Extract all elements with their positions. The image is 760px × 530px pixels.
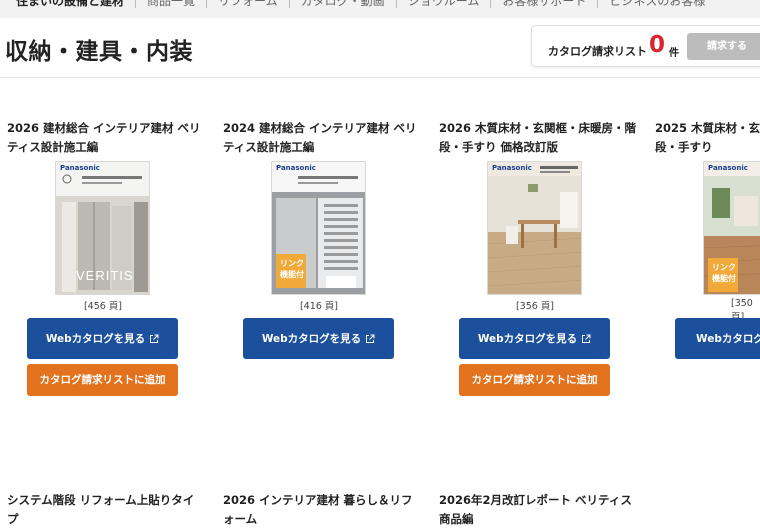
request-count-unit: 件 <box>669 48 679 59</box>
web-catalog-button[interactable]: Webカタログを見る <box>243 318 394 359</box>
catalog-title[interactable]: 2026年2月改訂レポート ベリティス商品編 <box>439 491 637 529</box>
web-catalog-button[interactable]: Webカタログを見る <box>459 318 610 359</box>
nav-item-home[interactable]: 住まいの設備と建材 <box>16 0 124 10</box>
nav-item-reform[interactable]: リフォーム <box>218 0 278 10</box>
web-catalog-button[interactable]: Webカタログを見る <box>675 318 760 359</box>
nav-item-products[interactable]: 商品一覧 <box>147 0 195 10</box>
catalog-title[interactable]: 2026 建材総合 インテリア建材 ベリティス設計施工編 <box>7 119 205 157</box>
catalog-cover[interactable]: Panasonic リンク 機能付 <box>703 161 760 295</box>
catalog-cover[interactable]: Panasonic リンク 機能付 <box>271 161 366 295</box>
web-catalog-button-label: Webカタログを見る <box>696 333 760 345</box>
request-button[interactable]: 請求する <box>687 33 760 60</box>
web-catalog-button-label: Webカタログを見る <box>261 333 362 345</box>
nav-divider <box>206 0 208 8</box>
catalog-card: 2025 木質床材・玄関框・床暖房・階段・手すり <box>655 119 760 159</box>
catalog-cover[interactable]: Panasonic VERITIS <box>55 161 150 295</box>
catalog-cover-image <box>488 162 581 294</box>
nav-item-showroom[interactable]: ショウルーム <box>408 0 480 10</box>
request-count: 0 <box>649 32 666 58</box>
external-link-icon <box>582 334 591 343</box>
brand-logo: Panasonic <box>492 164 532 172</box>
nav-divider <box>135 0 137 8</box>
external-link-icon <box>150 334 159 343</box>
request-list-label: カタログ請求リスト <box>548 45 647 58</box>
catalog-card: システム階段 リフォーム上貼りタイプ <box>7 491 207 529</box>
nav-item-support[interactable]: お客様サポート <box>502 0 586 10</box>
web-catalog-button[interactable]: Webカタログを見る <box>27 318 178 359</box>
catalog-title[interactable]: 2025 木質床材・玄関框・床暖房・階段・手すり <box>655 119 760 157</box>
nav-divider <box>490 0 492 8</box>
add-to-request-list-button[interactable]: カタログ請求リストに追加 <box>27 364 178 396</box>
catalog-card: 2026 木質床材・玄関框・床暖房・階段・手すり 価格改訂版 <box>439 119 639 157</box>
cover-series-name: VERITIS <box>76 268 134 283</box>
nav-item-business[interactable]: ビジネスのお客様 <box>609 0 705 10</box>
catalog-title[interactable]: 2024 建材総合 インテリア建材 ベリティス設計施工編 <box>223 119 421 157</box>
brand-logo: Panasonic <box>276 164 316 172</box>
catalog-title[interactable]: 2026 インテリア建材 暮らし＆リフォーム <box>223 491 421 529</box>
add-to-request-list-button[interactable]: カタログ請求リストに追加 <box>459 364 610 396</box>
nav-divider <box>395 0 397 8</box>
catalog-cover[interactable]: Panasonic <box>487 161 582 295</box>
catalog-card: 2026 建材総合 インテリア建材 ベリティス設計施工編 <box>7 119 207 157</box>
page-title: 収納・建具・内装 <box>5 39 193 65</box>
catalog-request-panel: カタログ請求リスト 0 件 請求する <box>531 25 760 67</box>
page-count: [416 頁] <box>299 301 339 312</box>
page-header: 収納・建具・内装 カタログ請求リスト 0 件 請求する <box>0 18 760 78</box>
catalog-card: 2026 インテリア建材 暮らし＆リフォーム <box>223 491 423 529</box>
web-catalog-button-label: Webカタログを見る <box>45 333 146 345</box>
catalog-card: 2026年2月改訂レポート ベリティス商品編 <box>439 491 639 529</box>
link-feature-badge: リンク 機能付 <box>280 259 304 279</box>
page-count: [356 頁] <box>515 301 555 312</box>
nav-divider <box>288 0 290 8</box>
global-nav: 住まいの設備と建材 商品一覧 リフォーム カタログ・動画 ショウルーム お客様サ… <box>0 0 760 18</box>
nav-item-catalog[interactable]: カタログ・動画 <box>301 0 385 10</box>
catalog-title[interactable]: 2026 木質床材・玄関框・床暖房・階段・手すり 価格改訂版 <box>439 119 637 157</box>
web-catalog-button-label: Webカタログを見る <box>477 333 578 345</box>
link-feature-badge: リンク 機能付 <box>712 263 736 283</box>
brand-logo: Panasonic <box>60 164 100 172</box>
nav-divider <box>597 0 599 8</box>
page-count: [456 頁] <box>83 301 123 312</box>
catalog-card: 2024 建材総合 インテリア建材 ベリティス設計施工編 <box>223 119 423 157</box>
brand-logo: Panasonic <box>708 164 748 172</box>
catalog-title[interactable]: システム階段 リフォーム上貼りタイプ <box>7 491 205 529</box>
external-link-icon <box>366 334 375 343</box>
